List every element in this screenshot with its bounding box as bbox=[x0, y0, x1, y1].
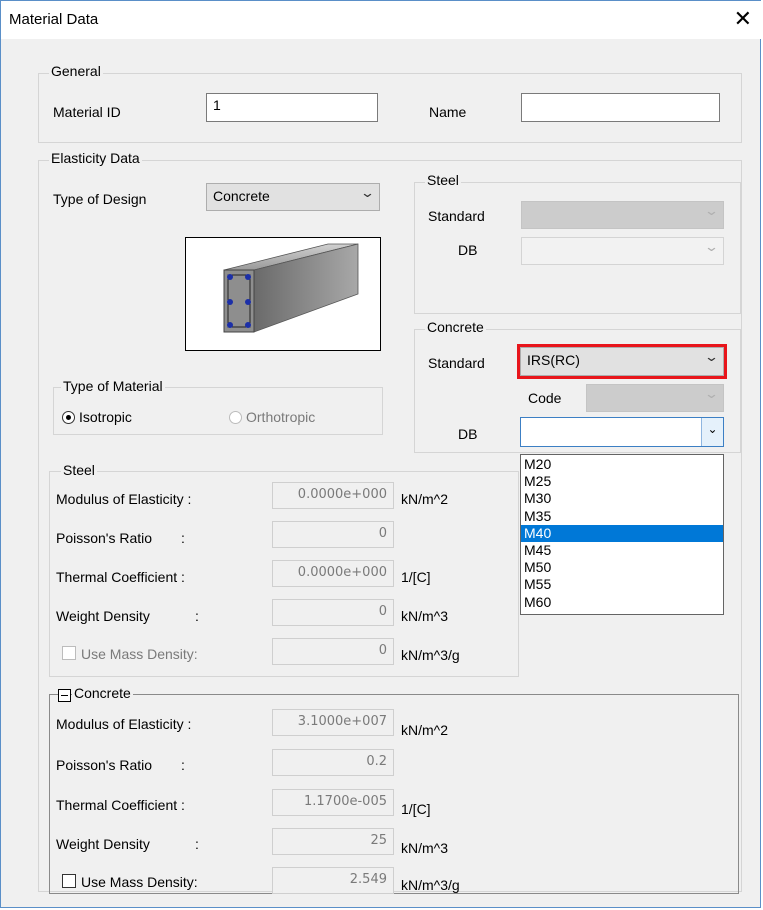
concrete-weight-label: Weight Density bbox=[56, 836, 150, 852]
isotropic-label: Isotropic bbox=[79, 409, 132, 425]
chevron-down-icon: ⌄ bbox=[359, 186, 376, 201]
steel-thermal-field[interactable]: 0.0000e+000 bbox=[272, 560, 394, 587]
concrete-thermal-unit: 1/[C] bbox=[401, 801, 431, 817]
db-option[interactable]: M20 bbox=[521, 456, 723, 473]
concrete-thermal-field[interactable]: 1.1700e-005 bbox=[272, 789, 394, 816]
db-option[interactable]: M30 bbox=[521, 490, 723, 507]
type-of-design-label: Type of Design bbox=[53, 191, 147, 207]
type-of-design-select[interactable]: Concrete ⌄ bbox=[206, 183, 380, 211]
concrete-weight-unit: kN/m^3 bbox=[401, 840, 449, 856]
concrete-standard-label: Concrete bbox=[425, 319, 486, 335]
steel-db-select[interactable]: ⌄ bbox=[521, 237, 724, 265]
steel-properties-label: Steel bbox=[61, 462, 97, 478]
concrete-weight-colon: : bbox=[195, 836, 199, 852]
steel-thermal-unit: 1/[C] bbox=[401, 569, 431, 585]
steel-poisson-label: Poisson's Ratio bbox=[56, 530, 153, 546]
concrete-use-mass-density-label: Use Mass Density: bbox=[81, 874, 198, 890]
concrete-poisson-label: Poisson's Ratio bbox=[56, 757, 153, 773]
concrete-properties-label: Concrete bbox=[72, 685, 133, 701]
type-of-material-label: Type of Material bbox=[61, 378, 165, 394]
db-option[interactable]: M50 bbox=[521, 559, 723, 576]
material-id-field[interactable]: 1 bbox=[206, 93, 378, 122]
concrete-db-label: DB bbox=[458, 426, 478, 442]
steel-mass-density-field[interactable]: 0 bbox=[272, 638, 394, 665]
concrete-db-dropdown-list: M20 M25 M30 M35 M40 M45 M50 M55 M60 bbox=[520, 454, 724, 615]
type-of-design-value: Concrete bbox=[213, 188, 270, 204]
db-option[interactable]: M55 bbox=[521, 576, 723, 593]
steel-mass-density-unit: kN/m^3/g bbox=[401, 647, 460, 663]
concrete-thermal-label: Thermal Coefficient : bbox=[56, 797, 185, 813]
steel-modulus-field[interactable]: 0.0000e+000 bbox=[272, 482, 394, 509]
concrete-modulus-field[interactable]: 3.1000e+007 bbox=[272, 709, 394, 736]
title-bar: Material Data ✕ bbox=[1, 1, 762, 39]
close-icon[interactable]: ✕ bbox=[734, 7, 752, 32]
general-group-label: General bbox=[49, 63, 103, 79]
steel-weight-colon: : bbox=[195, 608, 199, 624]
db-option[interactable]: M40 bbox=[521, 524, 723, 542]
elasticity-data-group-label: Elasticity Data bbox=[49, 150, 142, 166]
concrete-code-select[interactable]: ⌄ bbox=[586, 384, 724, 412]
orthotropic-label: Orthotropic bbox=[246, 409, 316, 425]
concrete-use-mass-density-checkbox[interactable] bbox=[62, 874, 76, 888]
steel-use-mass-density-label: Use Mass Density: bbox=[81, 646, 198, 662]
concrete-mass-density-field[interactable]: 2.549 bbox=[272, 867, 394, 894]
steel-poisson-colon: : bbox=[181, 530, 185, 546]
steel-standard-select[interactable]: ⌄ bbox=[521, 201, 724, 229]
isotropic-radio[interactable] bbox=[62, 411, 75, 424]
concrete-beam-illustration bbox=[223, 243, 359, 333]
concrete-mass-density-unit: kN/m^3/g bbox=[401, 877, 460, 893]
collapse-icon[interactable] bbox=[58, 689, 71, 702]
steel-standard-field-label: Standard bbox=[428, 208, 485, 224]
material-id-label: Material ID bbox=[53, 104, 121, 120]
material-data-dialog: Material Data ✕ General Material ID 1 Na… bbox=[0, 0, 762, 908]
concrete-beam-section-image bbox=[185, 237, 381, 351]
dialog-title: Material Data bbox=[9, 11, 99, 28]
chevron-down-icon: ⌄ bbox=[703, 387, 720, 402]
db-option[interactable]: M60 bbox=[521, 594, 723, 611]
steel-modulus-unit: kN/m^2 bbox=[401, 491, 449, 507]
steel-weight-label: Weight Density bbox=[56, 608, 150, 624]
steel-db-label: DB bbox=[458, 242, 478, 258]
concrete-code-label: Code bbox=[528, 390, 562, 406]
concrete-modulus-unit: kN/m^2 bbox=[401, 722, 449, 738]
steel-weight-field[interactable]: 0 bbox=[272, 599, 394, 626]
steel-weight-unit: kN/m^3 bbox=[401, 608, 449, 624]
db-option[interactable]: M45 bbox=[521, 542, 723, 559]
steel-thermal-label: Thermal Coefficient : bbox=[56, 569, 185, 585]
concrete-standard-field-label: Standard bbox=[428, 355, 485, 371]
db-option[interactable]: M25 bbox=[521, 473, 723, 490]
steel-use-mass-density-checkbox[interactable] bbox=[62, 646, 76, 660]
concrete-db-select[interactable]: ⌄ bbox=[520, 417, 724, 447]
name-label: Name bbox=[429, 104, 467, 120]
concrete-poisson-field[interactable]: 0.2 bbox=[272, 749, 394, 776]
chevron-down-icon: ⌄ bbox=[703, 240, 720, 255]
orthotropic-radio[interactable] bbox=[229, 411, 242, 424]
chevron-down-icon: ⌄ bbox=[703, 204, 720, 219]
highlight-frame bbox=[517, 344, 727, 379]
chevron-down-icon[interactable]: ⌄ bbox=[701, 418, 723, 446]
concrete-poisson-colon: : bbox=[181, 757, 185, 773]
concrete-modulus-label: Modulus of Elasticity : bbox=[56, 716, 192, 732]
concrete-weight-field[interactable]: 25 bbox=[272, 828, 394, 855]
steel-standard-label: Steel bbox=[425, 172, 461, 188]
steel-modulus-label: Modulus of Elasticity : bbox=[56, 491, 192, 507]
steel-poisson-field[interactable]: 0 bbox=[272, 521, 394, 548]
name-field[interactable] bbox=[521, 93, 720, 122]
db-option[interactable]: M35 bbox=[521, 508, 723, 525]
